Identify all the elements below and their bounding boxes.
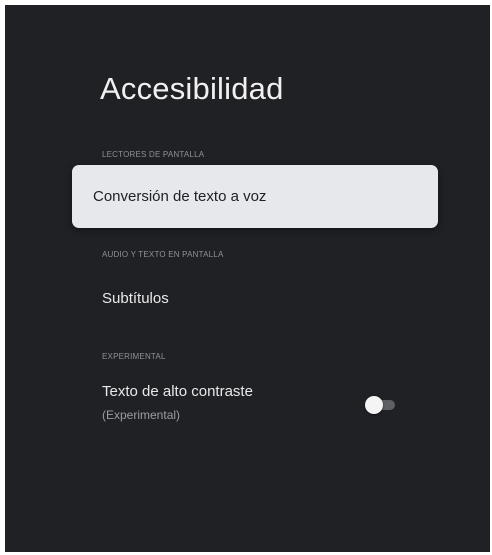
page-title: Accesibilidad [100,71,284,106]
section-header-experimental: EXPERIMENTAL [102,352,166,361]
high-contrast-text-item[interactable]: Texto de alto contraste [102,383,253,400]
subtitles-item[interactable]: Subtítulos [102,290,169,307]
section-header-audio-text: AUDIO Y TEXTO EN PANTALLA [102,250,224,259]
text-to-speech-item[interactable]: Conversión de texto a voz [72,165,438,228]
section-header-screen-readers: LECTORES DE PANTALLA [102,150,205,159]
accessibility-settings-screen: Accesibilidad LECTORES DE PANTALLA Conve… [5,5,490,552]
high-contrast-text-sublabel: (Experimental) [102,408,181,422]
text-to-speech-label: Conversión de texto a voz [93,188,267,205]
toggle-thumb [365,396,383,414]
high-contrast-toggle[interactable] [365,396,397,414]
